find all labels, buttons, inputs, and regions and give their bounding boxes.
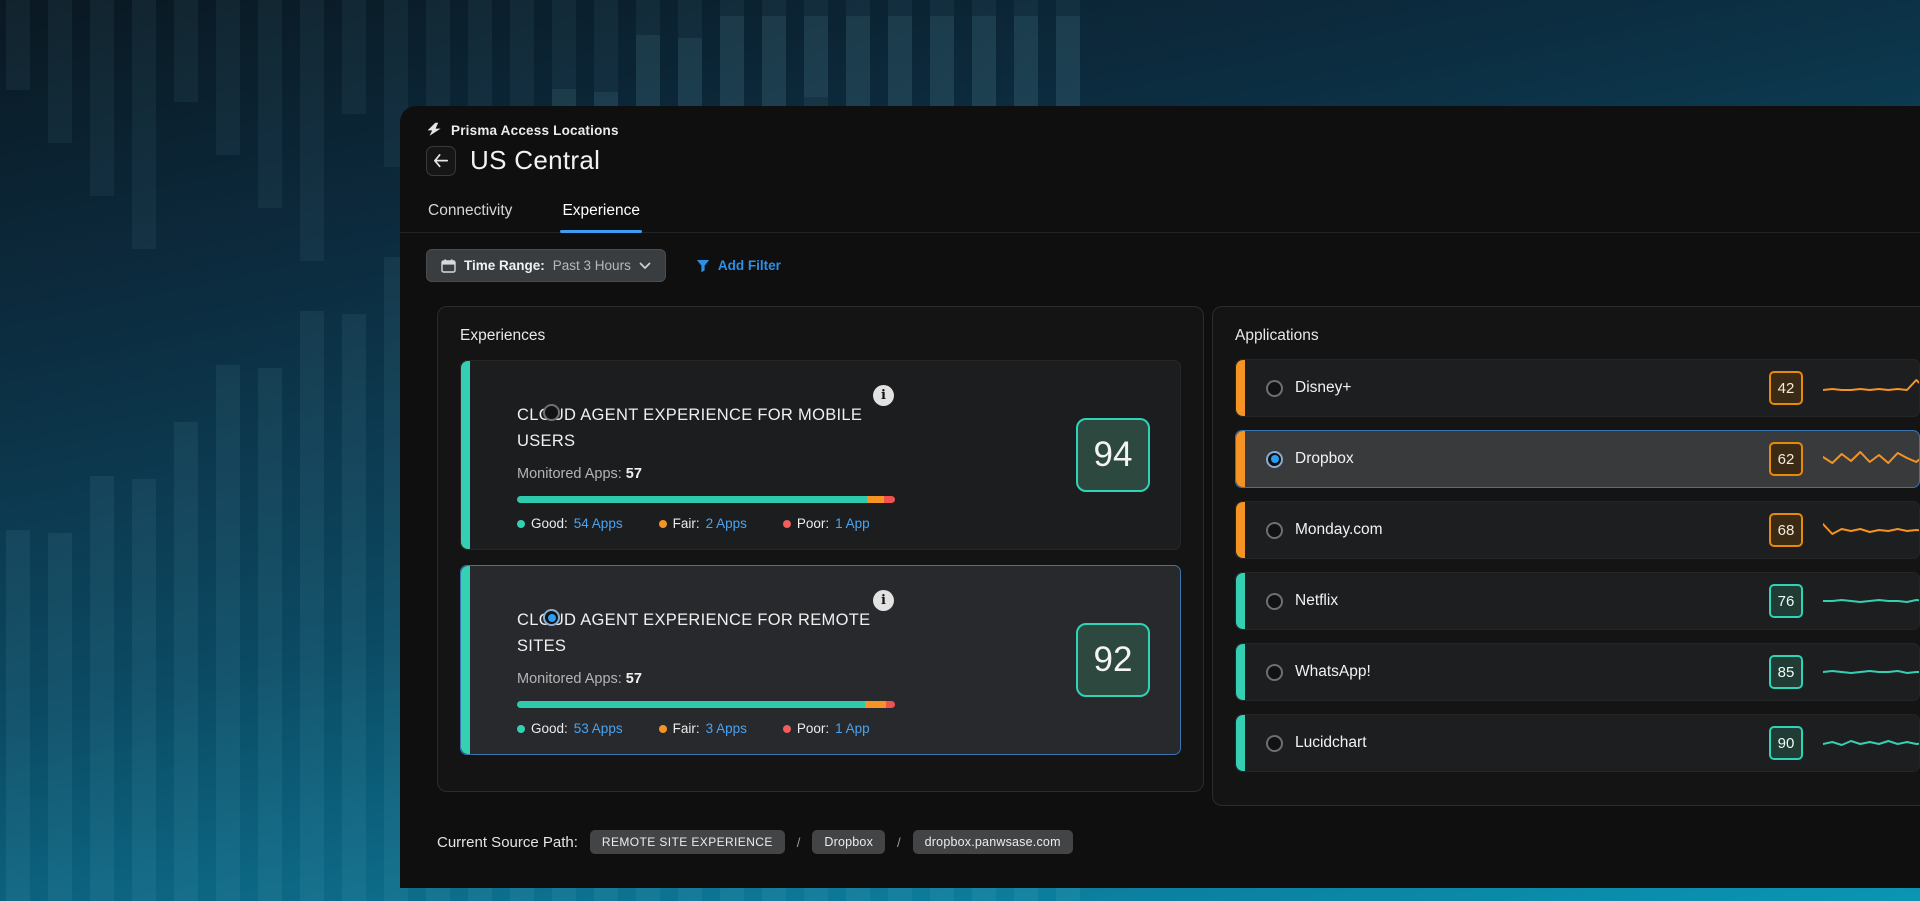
breadcrumb: Prisma Access Locations xyxy=(426,122,1894,138)
experience-score: 92 xyxy=(1076,623,1150,697)
app-radio[interactable] xyxy=(1266,522,1283,539)
experience-card-mobile-users[interactable]: Cloud Agent Experience for Mobile Users … xyxy=(460,360,1181,550)
score-badge: 68 xyxy=(1769,513,1803,547)
tab-bar: Connectivity Experience xyxy=(400,192,1920,233)
sparkline-chart xyxy=(1823,587,1919,615)
app-name: WhatsApp! xyxy=(1295,663,1371,681)
legend-fair: Fair:2 Apps xyxy=(659,516,747,531)
sparkline-chart xyxy=(1823,516,1919,544)
status-accent-bar xyxy=(1236,715,1245,771)
legend-good: Good:54 Apps xyxy=(517,516,623,531)
app-row-whatsapp[interactable]: WhatsApp! 85 xyxy=(1235,643,1920,701)
info-icon[interactable] xyxy=(873,590,894,611)
app-row-monday[interactable]: Monday.com 68 xyxy=(1235,501,1920,559)
experiences-panel: Experiences Cloud Agent Experience for M… xyxy=(437,306,1204,792)
applications-title: Applications xyxy=(1235,327,1920,345)
applications-panel: Applications Disney+ 42 Dropbox 62 xyxy=(1212,306,1920,806)
chevron-down-icon xyxy=(639,262,651,270)
status-accent-bar xyxy=(461,566,470,754)
path-separator: / xyxy=(897,835,901,850)
filter-funnel-icon xyxy=(696,259,710,273)
app-radio[interactable] xyxy=(1266,451,1283,468)
window-header: Prisma Access Locations US Central xyxy=(400,106,1920,176)
app-window: Prisma Access Locations US Central Conne… xyxy=(400,106,1920,888)
current-source-path: Current Source Path: REMOTE SITE EXPERIE… xyxy=(437,830,1920,854)
back-button[interactable] xyxy=(426,146,456,176)
tab-connectivity[interactable]: Connectivity xyxy=(426,192,514,232)
breadcrumb-label: Prisma Access Locations xyxy=(451,123,619,138)
sparkline-chart xyxy=(1823,658,1919,686)
score-badge: 42 xyxy=(1769,371,1803,405)
source-path-chip-app[interactable]: Dropbox xyxy=(812,830,885,854)
experience-radio[interactable] xyxy=(543,404,560,421)
app-row-disney[interactable]: Disney+ 42 xyxy=(1235,359,1920,417)
legend-poor: Poor:1 App xyxy=(783,516,870,531)
score-badge: 85 xyxy=(1769,655,1803,689)
info-icon[interactable] xyxy=(873,385,894,406)
app-name: Dropbox xyxy=(1295,450,1354,468)
score-badge: 76 xyxy=(1769,584,1803,618)
source-path-chip-domain[interactable]: dropbox.panwsase.com xyxy=(913,830,1073,854)
apps-legend: Good:54 Apps Fair:2 Apps Poor:1 App xyxy=(517,516,1154,531)
path-separator: / xyxy=(797,835,801,850)
tab-experience[interactable]: Experience xyxy=(560,192,642,232)
app-name: Disney+ xyxy=(1295,379,1351,397)
app-row-netflix[interactable]: Netflix 76 xyxy=(1235,572,1920,630)
time-range-label: Time Range: xyxy=(464,258,545,273)
app-name: Netflix xyxy=(1295,592,1338,610)
prisma-access-logo-icon xyxy=(426,122,442,138)
filter-bar: Time Range: Past 3 Hours Add Filter xyxy=(400,233,1920,282)
score-badge: 62 xyxy=(1769,442,1803,476)
source-path-chip-experience[interactable]: REMOTE SITE EXPERIENCE xyxy=(590,830,785,854)
score-badge: 90 xyxy=(1769,726,1803,760)
status-accent-bar xyxy=(461,361,470,549)
status-accent-bar xyxy=(1236,360,1245,416)
app-radio[interactable] xyxy=(1266,735,1283,752)
apps-distribution-bar xyxy=(517,701,895,708)
experience-card-title: Cloud Agent Experience for Remote Sites xyxy=(517,608,872,659)
legend-poor: Poor:1 App xyxy=(783,721,870,736)
sparkline-chart xyxy=(1823,374,1919,402)
legend-fair: Fair:3 Apps xyxy=(659,721,747,736)
source-path-label: Current Source Path: xyxy=(437,834,578,851)
add-filter-button[interactable]: Add Filter xyxy=(696,258,781,273)
experience-score: 94 xyxy=(1076,418,1150,492)
app-radio[interactable] xyxy=(1266,593,1283,610)
status-accent-bar xyxy=(1236,502,1245,558)
applications-list: Disney+ 42 Dropbox 62 Monday.com 68 xyxy=(1235,359,1920,772)
experience-card-title: Cloud Agent Experience for Mobile Users xyxy=(517,403,872,454)
status-accent-bar xyxy=(1236,644,1245,700)
app-radio[interactable] xyxy=(1266,664,1283,681)
add-filter-label: Add Filter xyxy=(718,258,781,273)
page-title: US Central xyxy=(470,145,600,176)
monitored-apps: Monitored Apps:57 xyxy=(517,671,1154,687)
legend-good: Good:53 Apps xyxy=(517,721,623,736)
main-content: Experiences Cloud Agent Experience for M… xyxy=(400,282,1920,806)
sparkline-chart xyxy=(1823,729,1919,757)
apps-distribution-bar xyxy=(517,496,895,503)
app-radio[interactable] xyxy=(1266,380,1283,397)
calendar-icon xyxy=(441,259,456,273)
app-name: Lucidchart xyxy=(1295,734,1367,752)
status-accent-bar xyxy=(1236,431,1245,487)
experiences-title: Experiences xyxy=(460,327,1181,345)
app-row-dropbox[interactable]: Dropbox 62 xyxy=(1235,430,1920,488)
sparkline-chart xyxy=(1823,445,1919,473)
status-accent-bar xyxy=(1236,573,1245,629)
experience-radio[interactable] xyxy=(543,609,560,626)
app-row-lucidchart[interactable]: Lucidchart 90 xyxy=(1235,714,1920,772)
app-name: Monday.com xyxy=(1295,521,1383,539)
apps-legend: Good:53 Apps Fair:3 Apps Poor:1 App xyxy=(517,721,1154,736)
monitored-apps: Monitored Apps:57 xyxy=(517,466,1154,482)
experience-card-remote-sites[interactable]: Cloud Agent Experience for Remote Sites … xyxy=(460,565,1181,755)
time-range-dropdown[interactable]: Time Range: Past 3 Hours xyxy=(426,249,666,282)
time-range-value: Past 3 Hours xyxy=(553,258,631,273)
